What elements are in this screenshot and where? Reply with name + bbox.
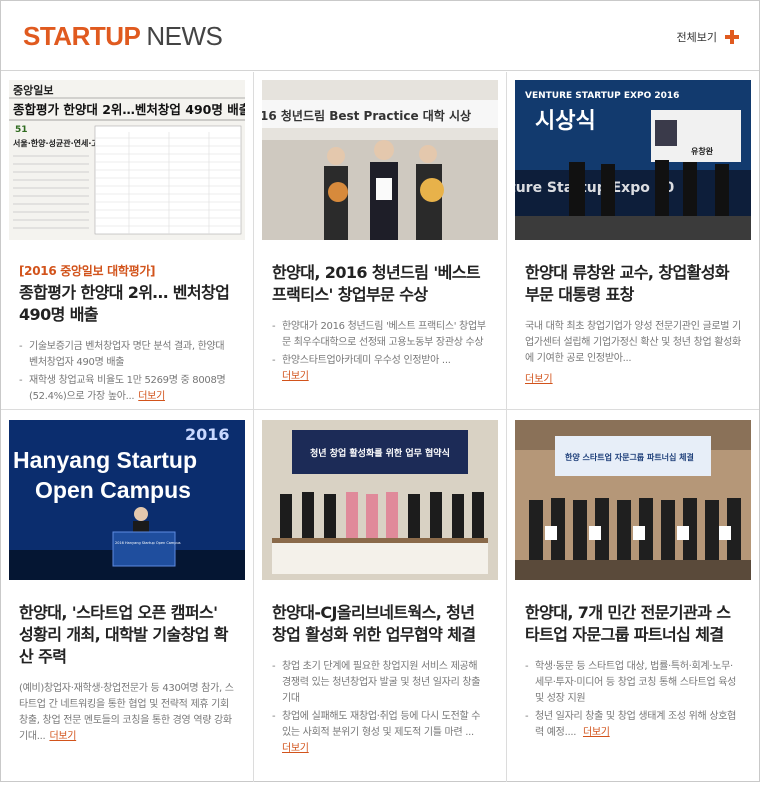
news-bullet: 재학생 창업교육 비율도 1만 5269명 중 8008명(52.4%)으로 가… xyxy=(19,373,235,405)
news-bullet: 청년 일자리 창출 및 창업 생태계 조성 위해 상호협력 예정.... 더보기 xyxy=(525,709,741,741)
panel-header: STARTUP NEWS 전체보기 xyxy=(1,1,759,71)
news-tag: [2016 중앙일보 대학평가] xyxy=(19,264,156,278)
read-more-link[interactable]: 더보기 xyxy=(583,727,610,738)
podium-text: 2016 Hanyang Startup Open Campus xyxy=(115,541,181,545)
read-more-link[interactable]: 더보기 xyxy=(49,731,76,742)
news-body: [2016 중앙일보 대학평가] 종합평가 한양대 2위… 벤처창업 490명 … xyxy=(9,240,245,405)
news-body: 한양대, '스타트업 오픈 캠퍼스' 성황리 개최, 대학발 기술창업 확산 주… xyxy=(9,580,245,745)
news-bullet: 창업 초기 단계에 필요한 창업지원 서비스 제공해 경쟁력 있는 청년창업자 … xyxy=(272,659,488,707)
news-grid: 중앙일보 종합평가 한양대 2위…벤처창업 490명 배출 51 서울·한양·성… xyxy=(1,72,759,782)
news-bullet: 한양대가 2016 청년드림 '베스트 프랙티스' 창업부문 최우수대학으로 선… xyxy=(272,319,488,351)
news-row: 중앙일보 종합평가 한양대 2위…벤처창업 490명 배출 51 서울·한양·성… xyxy=(1,72,759,410)
award-banner-text: 16 청년드림 Best Practice 대학 시상 xyxy=(262,108,471,123)
news-bullets: 한양대가 2016 청년드림 '베스트 프랙티스' 창업부문 최우수대학으로 선… xyxy=(272,319,488,385)
read-more-link[interactable]: 더보기 xyxy=(138,391,165,402)
plus-icon xyxy=(725,30,739,44)
news-thumbnail-newspaper[interactable]: 중앙일보 종합평가 한양대 2위…벤처창업 490명 배출 51 서울·한양·성… xyxy=(9,80,245,240)
title-accent: STARTUP xyxy=(23,21,141,51)
news-title[interactable]: 한양대-CJ올리브네트웍스, 청년 창업 활성화 위한 업무협약 체결 xyxy=(272,602,488,646)
open-campus-year: 2016 xyxy=(185,425,230,444)
news-bullet: 학생·동문 등 스타트업 대상, 법률·특허·회계·노무·세무·투자·미디어 등… xyxy=(525,659,741,707)
title-rest: NEWS xyxy=(146,21,223,51)
read-more-link[interactable]: 더보기 xyxy=(525,374,553,385)
news-thumbnail-expo-ceremony[interactable]: VENTURE STARTUP EXPO 2016 시상식 유창완 ture S… xyxy=(515,80,751,240)
news-bullets: 창업 초기 단계에 필요한 창업지원 서비스 제공해 경쟁력 있는 청년창업자 … xyxy=(272,659,488,757)
news-card: 중앙일보 종합평가 한양대 2위…벤처창업 490명 배출 51 서울·한양·성… xyxy=(1,72,254,409)
mou-banner-text: 청년 창업 활성화를 위한 업무 협약식 xyxy=(310,447,450,459)
open-campus-line1: Hanyang Startup xyxy=(13,447,197,473)
news-title[interactable]: 한양대, 2016 청년드림 '베스트 프랙티스' 창업부문 수상 xyxy=(272,262,488,306)
newspaper-badge: 51 xyxy=(15,125,28,135)
expo-banner-side: ture Startup Expo 20 xyxy=(515,180,674,196)
news-title[interactable]: 한양대, 7개 민간 전문기관과 스타트업 자문그룹 파트너십 체결 xyxy=(525,602,741,646)
news-row: 2016 Hanyang Startup Open Campus 2016 Ha… xyxy=(1,410,759,782)
startup-news-panel: STARTUP NEWS 전체보기 중앙일보 종합평가 한양대 2위…벤처창업 4… xyxy=(0,0,760,782)
news-bullets: 기술보증기금 벤처창업자 명단 분석 결과, 한양대 벤처창업자 490명 배출… xyxy=(19,339,235,405)
panel-title: STARTUP NEWS xyxy=(23,21,223,51)
newspaper-masthead: 중앙일보 xyxy=(13,83,53,97)
news-card: VENTURE STARTUP EXPO 2016 시상식 유창완 ture S… xyxy=(507,72,759,409)
open-campus-line2: Open Campus xyxy=(35,477,191,503)
view-all-button[interactable]: 전체보기 xyxy=(677,29,739,45)
expo-banner-top: VENTURE STARTUP EXPO 2016 xyxy=(525,91,679,101)
news-summary: 국내 대학 최초 창업기업가 양성 전문기관인 글로벌 기업가센터 설립해 기업… xyxy=(525,321,741,364)
expo-name-card: 유창완 xyxy=(691,146,714,156)
news-card: 한양 스타트업 자문그룹 파트너십 체결 한양대, 7개 민간 전문기관과 스타… xyxy=(507,410,759,782)
news-card: 2016 Hanyang Startup Open Campus 2016 Ha… xyxy=(1,410,254,782)
news-bullet: 한양스타트업아카데미 우수성 인정받아 ...더보기 xyxy=(272,353,488,385)
news-thumbnail-partnership[interactable]: 한양 스타트업 자문그룹 파트너십 체결 xyxy=(515,420,751,580)
expo-banner-main: 시상식 xyxy=(535,109,596,134)
news-title[interactable]: 한양대, '스타트업 오픈 캠퍼스' 성황리 개최, 대학발 기술창업 확산 주… xyxy=(19,602,235,668)
news-card: 16 청년드림 Best Practice 대학 시상 한양대, 2016 청년… xyxy=(254,72,507,409)
news-bullets: 학생·동문 등 스타트업 대상, 법률·특허·회계·노무·세무·투자·미디어 등… xyxy=(525,659,741,741)
news-bullet: 창업에 실패해도 재창업·취업 등에 다시 도전할 수 있는 사회적 분위기 형… xyxy=(272,709,488,757)
newspaper-headline: 종합평가 한양대 2위…벤처창업 490명 배출 xyxy=(13,102,245,117)
news-body: 한양대, 2016 청년드림 '베스트 프랙티스' 창업부문 수상 한양대가 2… xyxy=(262,240,498,385)
news-thumbnail-open-campus[interactable]: 2016 Hanyang Startup Open Campus 2016 Ha… xyxy=(9,420,245,580)
news-card: 청년 창업 활성화를 위한 업무 협약식 한양대-CJ올리브네트웍스, 청년 창… xyxy=(254,410,507,782)
read-more-link[interactable]: 더보기 xyxy=(282,371,309,382)
news-title[interactable]: 한양대 류창완 교수, 창업활성화 부문 대통령 표창 xyxy=(525,262,741,306)
news-body: 한양대-CJ올리브네트웍스, 청년 창업 활성화 위한 업무협약 체결 창업 초… xyxy=(262,580,498,757)
read-more-link[interactable]: 더보기 xyxy=(282,743,309,754)
news-body: 한양대 류창완 교수, 창업활성화 부문 대통령 표창 국내 대학 최초 창업기… xyxy=(515,240,751,386)
news-thumbnail-mou-signing[interactable]: 청년 창업 활성화를 위한 업무 협약식 xyxy=(262,420,498,580)
news-bullet: 기술보증기금 벤처창업자 명단 분석 결과, 한양대 벤처창업자 490명 배출 xyxy=(19,339,235,371)
news-title[interactable]: 종합평가 한양대 2위… 벤처창업 490명 배출 xyxy=(19,282,235,326)
news-thumbnail-award-photo[interactable]: 16 청년드림 Best Practice 대학 시상 xyxy=(262,80,498,240)
partnership-banner-text: 한양 스타트업 자문그룹 파트너십 체결 xyxy=(565,452,694,462)
news-summary: (예비)창업자·재학생·창업전문가 등 430여명 참가, 스타트업 간 네트워… xyxy=(19,683,234,742)
news-body: 한양대, 7개 민간 전문기관과 스타트업 자문그룹 파트너십 체결 학생·동문… xyxy=(515,580,751,741)
view-all-label: 전체보기 xyxy=(676,31,717,44)
